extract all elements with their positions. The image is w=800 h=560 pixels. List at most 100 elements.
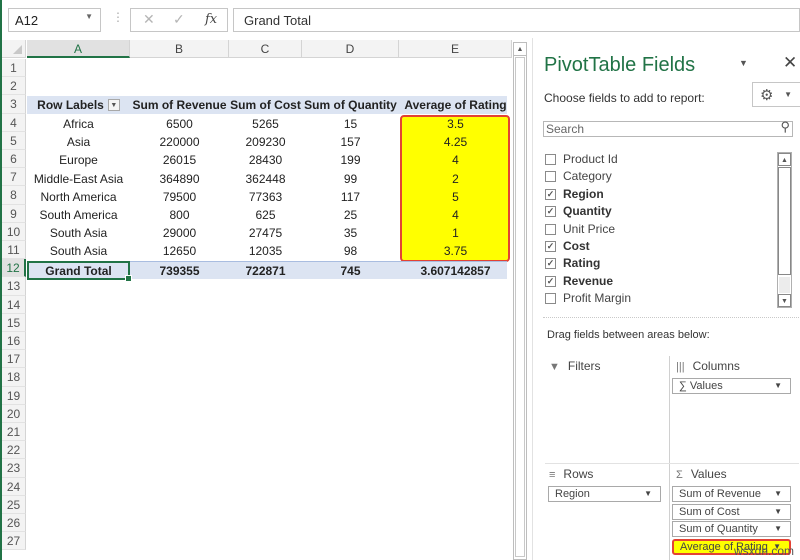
sum-cost-cell[interactable]: 362448 bbox=[229, 170, 302, 188]
sum-quantity-cell[interactable]: 99 bbox=[302, 170, 399, 188]
grand-total-cost[interactable]: 722871 bbox=[229, 262, 302, 280]
row-label[interactable]: South Asia bbox=[27, 242, 130, 260]
average-rating-cell[interactable]: 3.5 bbox=[399, 115, 512, 133]
row-label[interactable]: Asia bbox=[27, 133, 130, 151]
field-item[interactable]: Product Id bbox=[545, 151, 618, 168]
field-item[interactable]: ✓ Revenue bbox=[545, 273, 613, 290]
row-header-5[interactable]: 5 bbox=[2, 131, 26, 150]
field-item[interactable]: ✓ Rating bbox=[545, 255, 600, 272]
tools-button[interactable]: ⚙ ▼ bbox=[752, 82, 800, 107]
scroll-track[interactable] bbox=[779, 277, 790, 293]
insert-function-icon[interactable]: fx bbox=[205, 12, 217, 27]
scroll-down-icon[interactable]: ▼ bbox=[778, 294, 791, 307]
sum-revenue-cell[interactable]: 29000 bbox=[130, 224, 229, 242]
row-label[interactable]: South Asia bbox=[27, 224, 130, 242]
row-label[interactable]: Africa bbox=[27, 115, 130, 133]
chevron-down-icon[interactable]: ▼ bbox=[644, 487, 652, 501]
name-box[interactable]: A12 ▼ bbox=[8, 8, 101, 32]
sum-quantity-cell[interactable]: 15 bbox=[302, 115, 399, 133]
sum-revenue-cell[interactable]: 26015 bbox=[130, 151, 229, 169]
sum-cost-cell[interactable]: 625 bbox=[229, 206, 302, 224]
row-header-26[interactable]: 26 bbox=[2, 514, 26, 533]
sum-quantity-cell[interactable]: 25 bbox=[302, 206, 399, 224]
field-item[interactable]: Profit Margin bbox=[545, 290, 631, 307]
average-rating-cell[interactable]: 1 bbox=[399, 224, 512, 242]
sum-revenue-cell[interactable]: 364890 bbox=[130, 170, 229, 188]
checkbox-icon[interactable] bbox=[545, 223, 556, 235]
select-all-button[interactable] bbox=[2, 40, 26, 58]
sum-revenue-cell[interactable]: 6500 bbox=[130, 115, 229, 133]
columns-pill-values[interactable]: ∑ Values ▼ bbox=[672, 378, 791, 394]
sum-revenue-cell[interactable]: 12650 bbox=[130, 242, 229, 260]
average-rating-cell[interactable]: 3.75 bbox=[399, 242, 512, 260]
average-rating-cell[interactable]: 4 bbox=[399, 206, 512, 224]
field-item[interactable]: Category bbox=[545, 168, 612, 185]
row-header-17[interactable]: 17 bbox=[2, 350, 26, 369]
row-header-2[interactable]: 2 bbox=[2, 77, 26, 96]
drag-handle-icon[interactable]: ⋮ bbox=[112, 10, 124, 24]
formula-input[interactable]: Grand Total bbox=[233, 8, 800, 32]
sum-quantity-cell[interactable]: 117 bbox=[302, 188, 399, 206]
pane-options-chevron-icon[interactable]: ▼ bbox=[739, 58, 748, 68]
sum-quantity-cell[interactable]: 98 bbox=[302, 242, 399, 260]
checkbox-checked-icon[interactable]: ✓ bbox=[545, 241, 556, 252]
row-header-27[interactable]: 27 bbox=[2, 532, 26, 551]
sum-quantity-cell[interactable]: 157 bbox=[302, 133, 399, 151]
column-header-b[interactable]: B bbox=[130, 40, 229, 58]
row-header-18[interactable]: 18 bbox=[2, 368, 26, 387]
row-header-13[interactable]: 13 bbox=[2, 277, 26, 296]
scroll-thumb[interactable] bbox=[515, 57, 525, 557]
active-cell-selection[interactable] bbox=[27, 261, 132, 282]
column-header-d[interactable]: D bbox=[302, 40, 399, 58]
chevron-down-icon[interactable]: ▼ bbox=[774, 487, 782, 501]
row-header-14[interactable]: 14 bbox=[2, 295, 26, 314]
row-header-1[interactable]: 1 bbox=[2, 59, 26, 78]
sum-cost-cell[interactable]: 12035 bbox=[229, 242, 302, 260]
row-header-23[interactable]: 23 bbox=[2, 459, 26, 478]
row-label[interactable]: North America bbox=[27, 188, 130, 206]
average-rating-cell[interactable]: 4.25 bbox=[399, 133, 512, 151]
checkbox-icon[interactable] bbox=[545, 171, 556, 183]
scroll-up-icon[interactable]: ▲ bbox=[514, 43, 526, 56]
sum-cost-cell[interactable]: 28430 bbox=[229, 151, 302, 169]
sum-cost-cell[interactable]: 5265 bbox=[229, 115, 302, 133]
sum-revenue-cell[interactable]: 220000 bbox=[130, 133, 229, 151]
grand-total-quantity[interactable]: 745 bbox=[302, 262, 399, 280]
row-label[interactable]: South America bbox=[27, 206, 130, 224]
average-rating-cell[interactable]: 4 bbox=[399, 151, 512, 169]
values-pill[interactable]: Sum of Cost ▼ bbox=[672, 503, 791, 520]
chevron-down-icon[interactable]: ▼ bbox=[774, 379, 782, 393]
filter-dropdown-icon[interactable]: ▼ bbox=[107, 98, 120, 111]
checkbox-checked-icon[interactable]: ✓ bbox=[545, 206, 556, 218]
field-item[interactable]: ✓ Quantity bbox=[545, 203, 612, 220]
column-header-e[interactable]: E bbox=[399, 40, 512, 58]
row-header-10[interactable]: 10 bbox=[2, 222, 26, 241]
column-header-c[interactable]: C bbox=[229, 40, 302, 58]
row-header-15[interactable]: 15 bbox=[2, 313, 26, 332]
row-header-11[interactable]: 11 bbox=[2, 241, 26, 260]
column-header-a[interactable]: A bbox=[27, 40, 130, 58]
row-header-19[interactable]: 19 bbox=[2, 386, 26, 405]
grand-total-rating[interactable]: 3.607142857 bbox=[399, 262, 512, 280]
row-header-8[interactable]: 8 bbox=[2, 186, 26, 205]
checkbox-icon[interactable] bbox=[545, 293, 556, 305]
field-item[interactable]: Unit Price bbox=[545, 221, 615, 238]
row-header-3[interactable]: 3 bbox=[2, 95, 26, 114]
search-icon[interactable]: ⚲ bbox=[780, 120, 790, 134]
sum-revenue-cell[interactable]: 800 bbox=[130, 206, 229, 224]
row-header-4[interactable]: 4 bbox=[2, 113, 26, 132]
row-header-21[interactable]: 21 bbox=[2, 423, 26, 442]
row-header-16[interactable]: 16 bbox=[2, 332, 26, 351]
field-list-scrollbar[interactable]: ▲ ▼ bbox=[777, 152, 792, 308]
sum-cost-cell[interactable]: 27475 bbox=[229, 224, 302, 242]
enter-icon[interactable]: ✓ bbox=[173, 11, 185, 28]
row-header-9[interactable]: 9 bbox=[2, 204, 26, 223]
cancel-icon[interactable]: ✕ bbox=[143, 11, 155, 28]
row-header-6[interactable]: 6 bbox=[2, 150, 26, 169]
row-label[interactable]: Europe bbox=[27, 151, 130, 169]
close-icon[interactable]: ✕ bbox=[783, 53, 797, 73]
checkbox-checked-icon[interactable]: ✓ bbox=[545, 258, 556, 270]
row-header-12[interactable]: 12 bbox=[2, 259, 26, 278]
vertical-scrollbar[interactable]: ▲ bbox=[513, 42, 527, 560]
row-header-20[interactable]: 20 bbox=[2, 404, 26, 423]
